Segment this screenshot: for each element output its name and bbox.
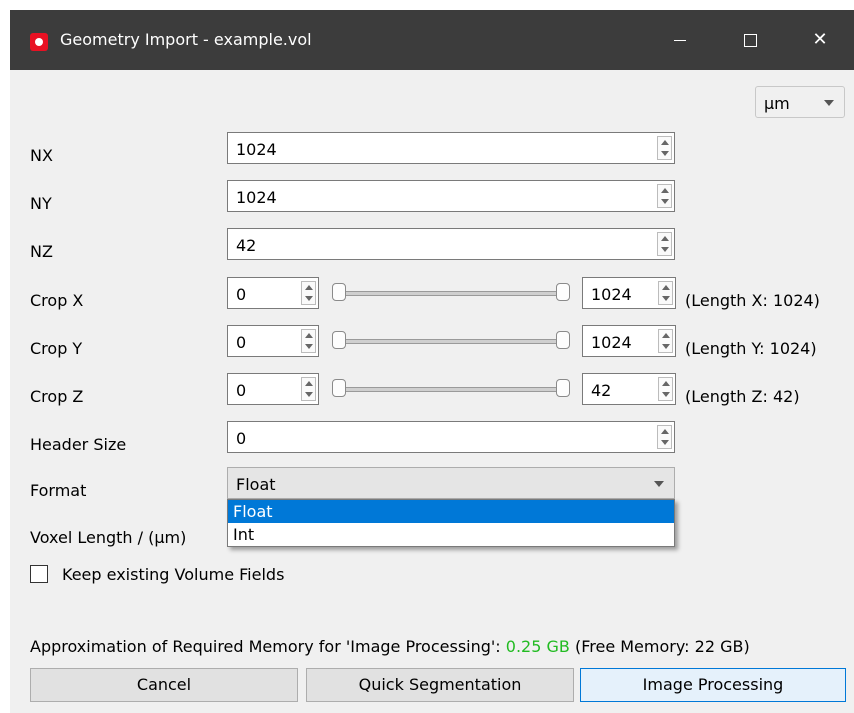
title-bar: Geometry Import - example.vol ✕: [10, 10, 854, 70]
crop-y-slider[interactable]: [328, 325, 574, 357]
ny-spinner[interactable]: [657, 184, 672, 208]
crop-y-max-input[interactable]: 1024: [582, 325, 676, 357]
crop-y-min-handle[interactable]: [332, 331, 346, 349]
crop-y-min-spinner[interactable]: [301, 329, 316, 353]
chevron-down-icon: [824, 100, 834, 106]
nx-spinner[interactable]: [657, 136, 672, 160]
crop-z-max-input[interactable]: 42: [582, 373, 676, 405]
header-size-input[interactable]: 0: [227, 421, 675, 453]
crop-z-min-input[interactable]: 0: [227, 373, 319, 405]
header-size-label: Header Size: [30, 435, 127, 454]
crop-y-label: Crop Y: [30, 339, 83, 358]
ny-input[interactable]: 1024: [227, 180, 675, 212]
nz-input[interactable]: 42: [227, 228, 675, 260]
crop-y-length: (Length Y: 1024): [685, 339, 817, 358]
crop-z-min-handle[interactable]: [332, 379, 346, 397]
crop-x-max-value: 1024: [591, 285, 632, 304]
crop-x-length: (Length X: 1024): [685, 291, 820, 310]
format-option-int[interactable]: Int: [228, 523, 674, 546]
crop-z-slider[interactable]: [328, 373, 574, 405]
maximize-button[interactable]: [725, 20, 775, 60]
header-size-spinner[interactable]: [657, 425, 672, 449]
memory-prefix: Approximation of Required Memory for 'Im…: [30, 637, 501, 656]
nx-value: 1024: [236, 140, 277, 159]
crop-z-length: (Length Z: 42): [685, 387, 800, 406]
nz-spinner[interactable]: [657, 232, 672, 256]
crop-x-slider-track: [334, 291, 568, 296]
window-title: Geometry Import - example.vol: [60, 30, 312, 49]
crop-y-max-handle[interactable]: [556, 331, 570, 349]
chevron-down-icon: [654, 481, 664, 487]
ny-label: NY: [30, 194, 52, 213]
format-select[interactable]: Float: [227, 467, 675, 499]
unit-select-value: µm: [764, 94, 790, 113]
keep-fields-checkbox[interactable]: [30, 565, 48, 583]
ny-value: 1024: [236, 188, 277, 207]
nx-label: NX: [30, 146, 53, 165]
crop-y-max-value: 1024: [591, 333, 632, 352]
keep-fields-label: Keep existing Volume Fields: [62, 565, 285, 584]
format-select-value: Float: [236, 475, 276, 494]
quick-segmentation-button[interactable]: Quick Segmentation: [306, 668, 574, 702]
crop-x-min-value: 0: [236, 285, 247, 304]
close-button[interactable]: ✕: [795, 20, 845, 60]
crop-x-max-spinner[interactable]: [658, 281, 673, 305]
crop-y-slider-track: [334, 339, 568, 344]
crop-z-max-spinner[interactable]: [658, 377, 673, 401]
crop-z-max-handle[interactable]: [556, 379, 570, 397]
format-label: Format: [30, 481, 87, 500]
minimize-icon: [674, 40, 686, 41]
format-option-float[interactable]: Float: [228, 500, 674, 523]
crop-y-min-value: 0: [236, 333, 247, 352]
app-icon: [30, 33, 48, 51]
maximize-icon: [744, 34, 757, 47]
format-dropdown-list: Float Int: [227, 499, 675, 547]
voxel-length-label: Voxel Length / (µm): [30, 528, 187, 547]
cancel-button[interactable]: Cancel: [30, 668, 298, 702]
crop-z-label: Crop Z: [30, 387, 84, 406]
crop-x-slider[interactable]: [328, 277, 574, 309]
nx-input[interactable]: 1024: [227, 132, 675, 164]
image-processing-button[interactable]: Image Processing: [580, 668, 846, 702]
unit-select[interactable]: µm: [755, 86, 845, 118]
crop-z-min-value: 0: [236, 381, 247, 400]
memory-amount: 0.25 GB: [505, 637, 570, 656]
crop-y-max-spinner[interactable]: [658, 329, 673, 353]
crop-z-min-spinner[interactable]: [301, 377, 316, 401]
crop-x-label: Crop X: [30, 291, 84, 310]
memory-free: (Free Memory: 22 GB): [574, 637, 750, 656]
minimize-button[interactable]: [655, 20, 705, 60]
crop-x-max-handle[interactable]: [556, 283, 570, 301]
crop-x-min-input[interactable]: 0: [227, 277, 319, 309]
crop-x-min-spinner[interactable]: [301, 281, 316, 305]
crop-y-min-input[interactable]: 0: [227, 325, 319, 357]
crop-z-slider-track: [334, 387, 568, 392]
crop-x-max-input[interactable]: 1024: [582, 277, 676, 309]
crop-z-max-value: 42: [591, 381, 612, 400]
crop-x-min-handle[interactable]: [332, 283, 346, 301]
nz-value: 42: [236, 236, 257, 255]
nz-label: NZ: [30, 242, 53, 261]
memory-estimate: Approximation of Required Memory for 'Im…: [30, 637, 750, 656]
header-size-value: 0: [236, 429, 247, 448]
